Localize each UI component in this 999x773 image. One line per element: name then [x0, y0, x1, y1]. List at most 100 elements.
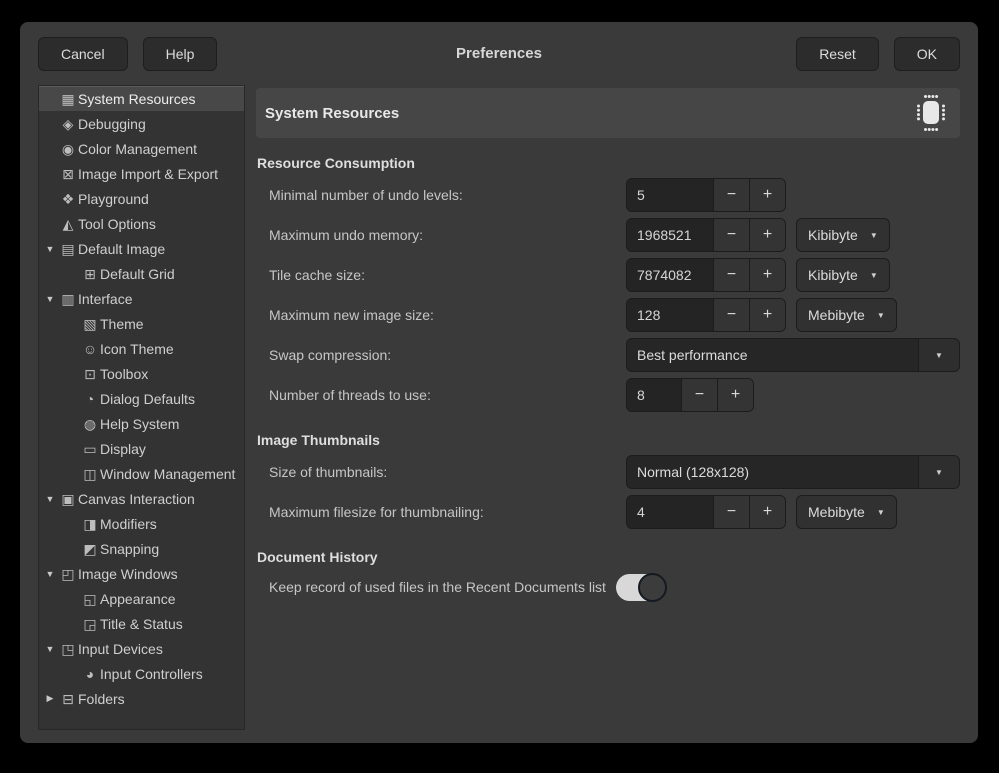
tile-cache-spinner: − +: [626, 258, 786, 292]
color-circles-icon: ◉: [59, 142, 77, 156]
plus-icon[interactable]: +: [749, 299, 785, 331]
expander-open-icon[interactable]: ▼: [44, 494, 56, 504]
thumb-filesize-input[interactable]: [627, 496, 713, 528]
minus-icon[interactable]: −: [713, 259, 749, 291]
controller-icon: ◕: [81, 667, 99, 681]
sidebar-item-appearance[interactable]: ◱ Appearance: [39, 586, 244, 611]
sidebar-item-help-system[interactable]: ◍ Help System: [39, 411, 244, 436]
sidebar-item-label: Tool Options: [78, 216, 156, 232]
sidebar-item-system-resources[interactable]: ▦ System Resources: [39, 86, 244, 111]
sidebar-item-display[interactable]: ▭ Display: [39, 436, 244, 461]
appearance-icon: ◱: [81, 592, 99, 606]
sidebar-item-label: Default Image: [78, 241, 165, 257]
title-status-icon: ◲: [81, 617, 99, 631]
sidebar-item-label: Default Grid: [100, 266, 175, 282]
tile-cache-input[interactable]: [627, 259, 713, 291]
row-undo-memory: Maximum undo memory: − + Kibibyte ▼: [256, 215, 960, 255]
undo-levels-input[interactable]: [627, 179, 713, 211]
sidebar-item-label: Window Management: [100, 466, 235, 482]
sidebar-item-label: Toolbox: [100, 366, 148, 382]
sidebar-item-dialog-defaults[interactable]: ◔ Dialog Defaults: [39, 386, 244, 411]
sidebar-item-icon-theme[interactable]: ☺ Icon Theme: [39, 336, 244, 361]
section-document-history: Document History: [257, 547, 960, 567]
sidebar-item-interface[interactable]: ▼ ▥ Interface: [39, 286, 244, 311]
new-image-size-spinner: − +: [626, 298, 786, 332]
undo-memory-input[interactable]: [627, 219, 713, 251]
toolbox-icon: ⊡: [81, 367, 99, 381]
new-image-size-input[interactable]: [627, 299, 713, 331]
sidebar-item-label: Icon Theme: [100, 341, 174, 357]
sidebar-item-image-import-export[interactable]: ⊠ Image Import & Export: [39, 161, 244, 186]
sidebar-item-image-windows[interactable]: ▼ ◰ Image Windows: [39, 561, 244, 586]
swap-compression-dropdown[interactable]: Best performance ▼: [626, 338, 960, 372]
minus-icon[interactable]: −: [713, 179, 749, 211]
row-thumb-size: Size of thumbnails: Normal (128x128) ▼: [256, 452, 960, 492]
undo-memory-unit-dropdown[interactable]: Kibibyte ▼: [796, 218, 890, 252]
sidebar-item-folders[interactable]: ▶ ⊟ Folders: [39, 686, 244, 711]
minus-icon[interactable]: −: [713, 496, 749, 528]
tool-icon: ◭: [59, 217, 77, 231]
row-swap-compression: Swap compression: Best performance ▼: [256, 335, 960, 375]
sidebar-item-default-image[interactable]: ▼ ▤ Default Image: [39, 236, 244, 261]
expander-open-icon[interactable]: ▼: [44, 294, 56, 304]
reset-button[interactable]: Reset: [796, 37, 879, 71]
minus-icon[interactable]: −: [681, 379, 717, 411]
plus-icon[interactable]: +: [749, 179, 785, 211]
sidebar-item-default-grid[interactable]: ⊞ Default Grid: [39, 261, 244, 286]
plus-icon[interactable]: +: [749, 496, 785, 528]
bug-icon: ◈: [59, 117, 77, 131]
expander-open-icon[interactable]: ▼: [44, 569, 56, 579]
sidebar-item-input-devices[interactable]: ▼ ◳ Input Devices: [39, 636, 244, 661]
dropdown-arrow-box: ▼: [918, 456, 959, 488]
undo-memory-spinner: − +: [626, 218, 786, 252]
modifiers-icon: ◨: [81, 517, 99, 531]
windows-icon: ◫: [81, 467, 99, 481]
dialog-defaults-icon: ◔: [81, 392, 99, 406]
sidebar-item-label: Folders: [78, 691, 125, 707]
new-image-size-unit-dropdown[interactable]: Mebibyte ▼: [796, 298, 897, 332]
sidebar-item-debugging[interactable]: ◈ Debugging: [39, 111, 244, 136]
lifebuoy-icon: ◍: [81, 417, 99, 431]
ok-button[interactable]: OK: [894, 37, 960, 71]
sidebar-item-tool-options[interactable]: ◭ Tool Options: [39, 211, 244, 236]
sidebar-item-label: Snapping: [100, 541, 159, 557]
dropdown-arrow-box: ▼: [918, 339, 959, 371]
grid-icon: ⊞: [81, 267, 99, 281]
recent-documents-toggle[interactable]: [616, 574, 666, 601]
unit-value: Kibibyte: [808, 227, 858, 243]
sidebar-item-theme[interactable]: ▧ Theme: [39, 311, 244, 336]
row-thumb-filesize: Maximum filesize for thumbnailing: − + M…: [256, 492, 960, 532]
chevron-down-icon: ▼: [877, 311, 885, 320]
plus-icon[interactable]: +: [749, 259, 785, 291]
expander-open-icon[interactable]: ▼: [44, 244, 56, 254]
sidebar-item-modifiers[interactable]: ◨ Modifiers: [39, 511, 244, 536]
sidebar-item-color-management[interactable]: ◉ Color Management: [39, 136, 244, 161]
new-image-size-label: Maximum new image size:: [269, 307, 626, 323]
sidebar-item-playground[interactable]: ❖ Playground: [39, 186, 244, 211]
preferences-tree: ▦ System Resources ◈ Debugging ◉ Color M…: [38, 85, 245, 730]
expander-closed-icon[interactable]: ▶: [44, 693, 56, 704]
plus-icon[interactable]: +: [749, 219, 785, 251]
minus-icon[interactable]: −: [713, 299, 749, 331]
plus-icon[interactable]: +: [717, 379, 753, 411]
cancel-button[interactable]: Cancel: [38, 37, 128, 71]
interface-icon: ▥: [59, 292, 77, 306]
image-icon: ▤: [59, 242, 77, 256]
sidebar-item-label: Title & Status: [100, 616, 183, 632]
sidebar-item-canvas-interaction[interactable]: ▼ ▣ Canvas Interaction: [39, 486, 244, 511]
sidebar-item-snapping[interactable]: ◩ Snapping: [39, 536, 244, 561]
sidebar-item-title-status[interactable]: ◲ Title & Status: [39, 611, 244, 636]
expander-open-icon[interactable]: ▼: [44, 644, 56, 654]
sidebar-item-input-controllers[interactable]: ◕ Input Controllers: [39, 661, 244, 686]
thumb-filesize-unit-dropdown[interactable]: Mebibyte ▼: [796, 495, 897, 529]
sidebar-item-window-management[interactable]: ◫ Window Management: [39, 461, 244, 486]
unit-value: Mebibyte: [808, 307, 865, 323]
threads-input[interactable]: [627, 379, 681, 411]
minus-icon[interactable]: −: [713, 219, 749, 251]
cpu-icon: ▦: [59, 92, 77, 106]
icon-theme-icon: ☺: [81, 342, 99, 356]
thumb-size-dropdown[interactable]: Normal (128x128) ▼: [626, 455, 960, 489]
tile-cache-unit-dropdown[interactable]: Kibibyte ▼: [796, 258, 890, 292]
sidebar-item-toolbox[interactable]: ⊡ Toolbox: [39, 361, 244, 386]
help-button[interactable]: Help: [143, 37, 218, 71]
